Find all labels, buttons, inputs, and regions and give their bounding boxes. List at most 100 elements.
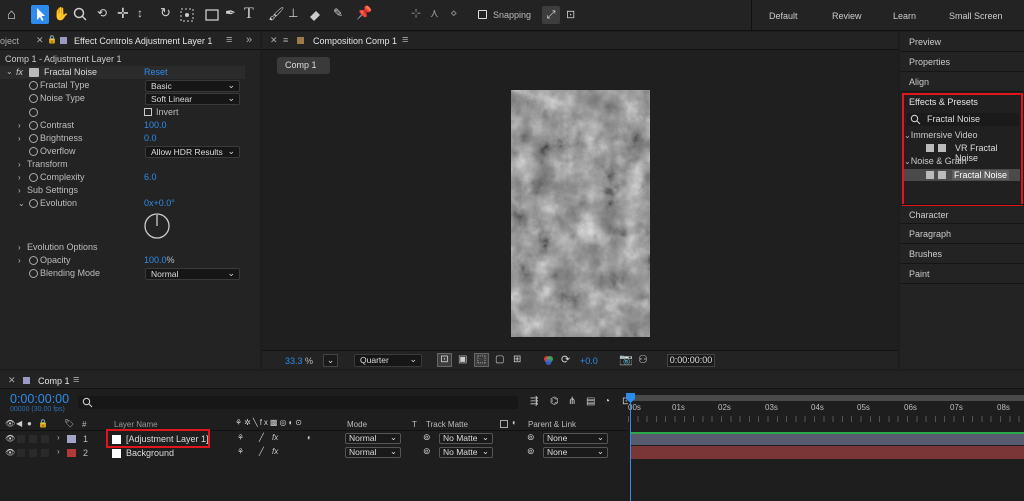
stopwatch-icon[interactable] bbox=[29, 94, 38, 103]
label-column-icon[interactable]: 🏷 bbox=[64, 419, 74, 428]
layer-bar-adjustment[interactable] bbox=[630, 432, 1024, 445]
brightness-value[interactable]: 0.0 bbox=[144, 132, 157, 145]
lock-switch-icon[interactable]: 🔒 bbox=[38, 419, 48, 428]
snapping-checkbox[interactable] bbox=[478, 10, 487, 19]
eraser-tool-icon[interactable] bbox=[308, 8, 322, 24]
stopwatch-icon[interactable] bbox=[29, 121, 38, 130]
stopwatch-icon[interactable] bbox=[29, 81, 38, 90]
complexity-value[interactable]: 6.0 bbox=[144, 171, 157, 184]
expand-chevron-icon[interactable]: › bbox=[18, 184, 21, 197]
lock-toggle[interactable] bbox=[41, 435, 49, 443]
evolution-value[interactable]: 0x+0.0° bbox=[144, 197, 175, 210]
lock-toggle[interactable] bbox=[41, 449, 49, 457]
layer-name[interactable]: Background bbox=[126, 448, 174, 458]
audio-toggle[interactable] bbox=[17, 435, 25, 443]
workspace-small-screen[interactable]: Small Screen bbox=[949, 11, 1003, 21]
effect-switch-icon[interactable]: fx bbox=[272, 447, 278, 456]
motion-blur-icon[interactable]: ◔ bbox=[604, 396, 610, 407]
hand-tool-icon[interactable]: ✋ bbox=[53, 6, 69, 22]
prop-evolution-options[interactable]: › Evolution Options bbox=[0, 241, 245, 254]
audio-toggle[interactable] bbox=[17, 449, 25, 457]
overflow-select[interactable]: Allow HDR Results ⌄ bbox=[145, 146, 240, 158]
quality-switch-icon[interactable]: ╱ bbox=[259, 433, 264, 442]
expand-chevron-icon[interactable]: › bbox=[18, 254, 21, 267]
close-icon[interactable]: ✕ bbox=[8, 375, 16, 386]
region-of-interest-icon[interactable]: ▢ bbox=[495, 354, 504, 365]
zoom-tool-icon[interactable] bbox=[73, 7, 87, 23]
selection-tool-icon[interactable] bbox=[31, 5, 49, 24]
parent-pickwhip-icon[interactable]: ⊚ bbox=[527, 432, 535, 443]
fx-icon[interactable]: fx bbox=[16, 67, 23, 77]
timeline-timecode[interactable]: 0:00:00:00 bbox=[10, 392, 69, 406]
snapshot-camera-icon[interactable]: 📷 bbox=[619, 353, 633, 366]
type-tool-icon[interactable]: T bbox=[244, 5, 254, 23]
view-axis-icon[interactable]: ⋄ bbox=[450, 6, 458, 20]
visibility-eye-icon[interactable]: 👁 bbox=[5, 448, 15, 457]
clone-stamp-tool-icon[interactable]: ⊥ bbox=[288, 6, 298, 20]
panel-paint[interactable]: Paint bbox=[900, 264, 1024, 284]
layer-name-header[interactable]: Layer Name bbox=[114, 420, 158, 429]
lock-icon[interactable]: 🔒 bbox=[47, 35, 57, 44]
layer-bar-background[interactable] bbox=[630, 446, 1024, 459]
zoom-value[interactable]: 33.3 bbox=[285, 356, 303, 366]
panel-paragraph[interactable]: Paragraph bbox=[900, 224, 1024, 244]
brush-tool-icon[interactable]: 🖌 bbox=[268, 6, 285, 22]
transparency-grid-icon[interactable]: ▣ bbox=[458, 354, 467, 365]
collapse-chevron-icon[interactable]: ⌄ bbox=[18, 197, 25, 210]
composition-mini-flowchart-icon[interactable]: ⇶ bbox=[530, 396, 538, 407]
parent-select[interactable]: None ⌄ bbox=[543, 447, 608, 458]
menu-icon[interactable]: ≡ bbox=[283, 35, 288, 45]
parent-select[interactable]: None ⌄ bbox=[543, 433, 608, 444]
stopwatch-icon[interactable] bbox=[29, 147, 38, 156]
puppet-tool-icon[interactable]: 📌 bbox=[356, 5, 372, 21]
layer-row[interactable]: 👁 › 1 [Adjustment Layer 1] ⚘ ╱ fx ◐ Norm… bbox=[0, 432, 628, 446]
preserve-transparency-icon[interactable]: ⊚ bbox=[423, 432, 431, 443]
panel-brushes[interactable]: Brushes bbox=[900, 244, 1024, 264]
stopwatch-icon[interactable] bbox=[29, 173, 38, 182]
stopwatch-icon[interactable] bbox=[29, 134, 38, 143]
noise-type-select[interactable]: Soft Linear ⌄ bbox=[145, 93, 240, 105]
reset-link[interactable]: Reset bbox=[144, 67, 168, 77]
effect-controls-tab[interactable]: Effect Controls Adjustment Layer 1 bbox=[74, 36, 212, 46]
close-icon[interactable]: ✕ bbox=[36, 35, 44, 46]
preserve-transparency-icon[interactable]: ⊚ bbox=[423, 446, 431, 457]
pen-tool-icon[interactable]: ✒ bbox=[225, 5, 236, 21]
solo-toggle[interactable] bbox=[29, 449, 37, 457]
viewer-canvas[interactable] bbox=[511, 90, 650, 337]
contrast-value[interactable]: 100.0 bbox=[144, 119, 167, 132]
layer-label-color[interactable] bbox=[67, 449, 76, 457]
solo-toggle[interactable] bbox=[29, 435, 37, 443]
panel-menu-icon[interactable]: ≡ bbox=[226, 34, 232, 46]
panel-character[interactable]: Character bbox=[900, 204, 1024, 224]
prop-transform[interactable]: › Transform bbox=[0, 158, 245, 171]
stopwatch-icon[interactable] bbox=[29, 199, 38, 208]
rectangle-tool-icon[interactable] bbox=[205, 8, 219, 24]
project-tab[interactable]: oject bbox=[0, 36, 19, 46]
panel-align[interactable]: Align bbox=[900, 72, 1024, 92]
solo-switch-icon[interactable]: ● bbox=[27, 419, 32, 428]
quality-switch-icon[interactable]: ╱ bbox=[259, 447, 264, 456]
pan-camera-icon[interactable]: ✛ bbox=[117, 5, 129, 22]
layer-row[interactable]: 👁 › 2 Background ⚘ ╱ fx Normal ⌄ ⊚ No Mat… bbox=[0, 446, 628, 460]
collapse-chevron-icon[interactable]: ⌄ bbox=[6, 67, 13, 76]
evolution-dial[interactable] bbox=[143, 212, 171, 242]
show-snapshot-icon[interactable]: ⚇ bbox=[638, 353, 648, 366]
world-axis-icon[interactable]: ⋏ bbox=[430, 6, 439, 20]
roto-brush-tool-icon[interactable]: ✎ bbox=[333, 6, 343, 20]
opacity-value[interactable]: 100.0% bbox=[144, 254, 175, 267]
stopwatch-icon[interactable] bbox=[29, 269, 38, 278]
layer-mode-select[interactable]: Normal ⌄ bbox=[345, 447, 401, 458]
shy-switch-icon[interactable]: ⚘ bbox=[237, 447, 244, 456]
shy-layers-icon[interactable]: ⋔ bbox=[568, 396, 576, 407]
color-channel-icon[interactable] bbox=[543, 355, 554, 368]
draft-3d-icon[interactable]: ⌬ bbox=[550, 396, 559, 407]
effect-switch-icon[interactable]: fx bbox=[272, 433, 278, 442]
stopwatch-icon[interactable] bbox=[29, 256, 38, 265]
expand-panels-icon[interactable]: » bbox=[246, 34, 252, 46]
time-ruler[interactable]: 00s 01s 02s 03s 04s 05s 06s 07s 08s bbox=[628, 391, 1024, 431]
fast-preview-icon[interactable]: ⊡ bbox=[437, 353, 452, 367]
dolly-camera-icon[interactable]: ↕ bbox=[137, 6, 143, 20]
comp-breadcrumb-button[interactable]: Comp 1 bbox=[277, 57, 330, 74]
blending-mode-select[interactable]: Normal ⌄ bbox=[145, 268, 240, 280]
layer-label-color[interactable] bbox=[67, 435, 76, 443]
